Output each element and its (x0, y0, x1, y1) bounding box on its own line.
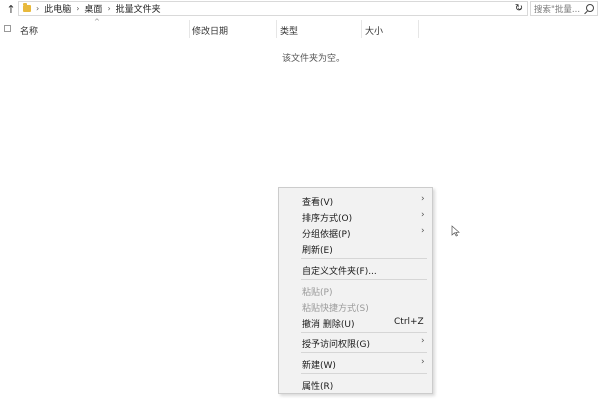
address-bar-row: ↑ › 此电脑 › 桌面 › 批量文件夹 ⌄ ↻ 搜索"批量... (0, 0, 600, 18)
sort-caret-icon: ^ (94, 18, 100, 26)
search-icon (586, 4, 594, 12)
menu-separator (301, 373, 427, 374)
column-header-row: ^ 名称 修改日期 类型 大小 (0, 18, 600, 38)
chevron-right-icon: › (421, 336, 425, 346)
empty-folder-message: 该文件夹为空。 (0, 51, 600, 64)
menu-item-label: 排序方式(O) (302, 214, 353, 224)
breadcrumb-this-pc[interactable]: 此电脑 (44, 2, 71, 15)
chevron-right-icon: › (421, 210, 425, 220)
menu-item-refresh[interactable]: 刷新(E) (279, 241, 432, 256)
column-divider[interactable] (276, 20, 277, 38)
address-bar[interactable]: › 此电脑 › 桌面 › 批量文件夹 ⌄ (18, 1, 528, 16)
menu-item-label: 刷新(E) (302, 246, 333, 256)
up-arrow-icon[interactable]: ↑ (3, 1, 19, 17)
column-header-name[interactable]: 名称 (20, 24, 38, 37)
menu-separator (301, 258, 427, 259)
chevron-right-icon: › (421, 194, 425, 204)
breadcrumb-current-folder[interactable]: 批量文件夹 (116, 2, 161, 15)
menu-item-paste-shortcut: 粘贴快捷方式(S) (279, 299, 432, 314)
column-divider[interactable] (361, 20, 362, 38)
search-placeholder: 搜索"批量... (534, 4, 581, 15)
menu-item-sort-by[interactable]: 排序方式(O) › (279, 209, 432, 224)
column-header-size[interactable]: 大小 (365, 24, 383, 37)
menu-item-label: 授予访问权限(G) (302, 340, 370, 350)
menu-item-paste: 粘贴(P) (279, 283, 432, 298)
menu-item-view[interactable]: 查看(V) › (279, 193, 432, 208)
chevron-right-icon[interactable]: › (36, 4, 39, 13)
column-header-type[interactable]: 类型 (280, 24, 298, 37)
menu-separator (301, 352, 427, 353)
column-divider[interactable] (418, 20, 419, 38)
chevron-right-icon: › (421, 357, 425, 367)
menu-item-label: 粘贴(P) (302, 288, 333, 298)
empty-folder-text: 该文件夹为空。 (281, 54, 345, 64)
column-header-date-modified[interactable]: 修改日期 (192, 24, 228, 37)
refresh-icon[interactable]: ↻ (512, 2, 526, 15)
menu-separator (301, 332, 427, 333)
mouse-cursor-icon (451, 225, 460, 237)
menu-item-label: 新建(W) (302, 361, 336, 371)
menu-item-label: 分组依据(P) (302, 230, 351, 240)
menu-item-label: 自定义文件夹(F)... (302, 267, 377, 277)
menu-item-label: 粘贴快捷方式(S) (302, 304, 369, 314)
menu-item-label: 撤消 删除(U) (302, 320, 355, 330)
select-all-checkbox[interactable] (4, 25, 11, 32)
chevron-right-icon[interactable]: › (107, 4, 110, 13)
menu-item-label: 属性(R) (302, 382, 334, 392)
menu-item-new[interactable]: 新建(W) › (279, 356, 432, 371)
chevron-right-icon[interactable]: › (76, 4, 79, 13)
menu-item-give-access[interactable]: 授予访问权限(G) › (279, 335, 432, 350)
context-menu: 查看(V) › 排序方式(O) › 分组依据(P) › 刷新(E) 自定义文件夹… (278, 187, 433, 394)
column-divider[interactable] (189, 20, 190, 38)
menu-item-undo-delete[interactable]: 撤消 删除(U) Ctrl+Z (279, 315, 432, 330)
explorer-window: ↑ › 此电脑 › 桌面 › 批量文件夹 ⌄ ↻ 搜索"批量... ^ 名称 修… (0, 0, 600, 401)
folder-icon (23, 3, 31, 12)
menu-item-properties[interactable]: 属性(R) (279, 377, 432, 392)
menu-item-label: 查看(V) (302, 198, 334, 208)
search-input[interactable]: 搜索"批量... (530, 1, 598, 16)
menu-item-group-by[interactable]: 分组依据(P) › (279, 225, 432, 240)
menu-item-customize-folder[interactable]: 自定义文件夹(F)... (279, 262, 432, 277)
chevron-right-icon: › (421, 226, 425, 236)
menu-separator (301, 279, 427, 280)
menu-item-shortcut: Ctrl+Z (394, 317, 424, 327)
breadcrumb-desktop[interactable]: 桌面 (84, 2, 102, 15)
